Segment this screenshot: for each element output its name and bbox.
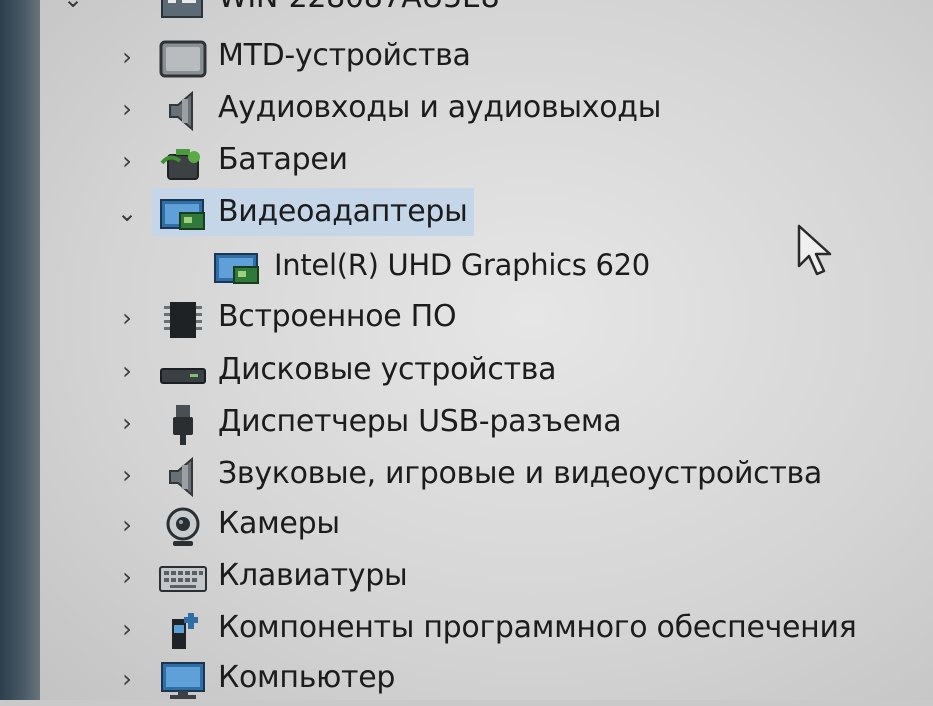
chevron-right-icon[interactable]: › xyxy=(116,616,138,642)
software-component-icon xyxy=(172,613,198,649)
tree-item-sound-video-game[interactable]: › Звуковые, игровые и видеоустройства xyxy=(40,450,933,502)
disk-drive-icon xyxy=(160,368,206,384)
mouse-pointer-icon xyxy=(797,224,832,276)
tree-item-software-components[interactable]: › Компоненты программного обеспечения xyxy=(40,604,933,656)
tree-item-computer[interactable]: › Компьютер xyxy=(40,654,933,706)
chevron-down-icon[interactable]: ⌄ xyxy=(116,200,138,226)
keyboard-icon xyxy=(159,566,207,592)
tree-child-label: Intel(R) UHD Graphics 620 xyxy=(274,248,650,282)
tree-item-label: Видеоадаптеры xyxy=(218,194,468,229)
chevron-right-icon[interactable]: › xyxy=(116,512,138,538)
tree-root-label: WIN-228087AU5E8 xyxy=(218,0,500,15)
tree-item-mtd-devices[interactable]: › MTD-устройства xyxy=(40,32,933,84)
speaker-icon xyxy=(169,457,193,497)
tree-item-label: Компоненты программного обеспечения xyxy=(218,610,857,645)
tree-item-cameras[interactable]: › Камеры xyxy=(40,500,933,552)
tree-item-label: Дисковые устройства xyxy=(218,352,557,387)
tree-item-batteries[interactable]: › Батареи xyxy=(40,136,933,188)
display-adapter-icon xyxy=(214,253,259,284)
chevron-right-icon[interactable]: › xyxy=(116,410,138,436)
firmware-chip-icon xyxy=(164,302,202,338)
chevron-right-icon[interactable]: › xyxy=(116,358,138,384)
chevron-right-icon[interactable]: › xyxy=(116,96,138,122)
tree-item-label: Звуковые, игровые и видеоустройства xyxy=(218,456,822,491)
tree-item-disk-drives[interactable]: › Дисковые устройства xyxy=(40,346,933,398)
chevron-right-icon[interactable]: › xyxy=(116,305,138,331)
tree-item-usb-connector-managers[interactable]: › Диспетчеры USB-разъема xyxy=(40,398,933,450)
tree-item-label: Компьютер xyxy=(218,660,396,695)
tree-item-label: MTD-устройства xyxy=(218,38,471,73)
monitor-icon xyxy=(161,662,205,699)
chevron-right-icon[interactable]: › xyxy=(116,148,138,174)
tree-item-audio-io[interactable]: › Аудиовходы и аудиовыходы xyxy=(40,84,933,136)
tree-item-label: Камеры xyxy=(218,506,340,541)
display-adapter-icon xyxy=(160,199,205,230)
tree-item-keyboards[interactable]: › Клавиатуры xyxy=(40,552,933,604)
device-manager-tree: ⌄ WIN-228087AU5E8 › MTD-устройства › Ауд… xyxy=(40,0,933,700)
storage-device-icon xyxy=(159,40,207,78)
chevron-right-icon[interactable]: › xyxy=(116,666,138,692)
tree-item-firmware[interactable]: › Встроенное ПО xyxy=(40,293,933,345)
chevron-right-icon[interactable]: › xyxy=(116,44,138,70)
screen-bezel xyxy=(0,0,40,700)
tree-item-label: Диспетчеры USB-разъема xyxy=(218,404,622,439)
tree-item-label: Встроенное ПО xyxy=(218,299,457,334)
speaker-icon xyxy=(169,91,193,131)
chevron-right-icon[interactable]: › xyxy=(116,564,138,590)
tree-item-label: Аудиовходы и аудиовыходы xyxy=(218,90,662,125)
chevron-down-icon[interactable]: ⌄ xyxy=(62,0,84,12)
computer-icon xyxy=(161,0,203,18)
usb-connector-icon xyxy=(173,405,193,445)
chevron-right-icon[interactable]: › xyxy=(116,462,138,488)
tree-root-computer[interactable]: ⌄ WIN-228087AU5E8 xyxy=(40,0,933,26)
webcam-icon xyxy=(166,507,200,546)
battery-icon xyxy=(160,149,200,180)
tree-item-label: Батареи xyxy=(218,142,348,177)
tree-item-label: Клавиатуры xyxy=(218,558,408,593)
